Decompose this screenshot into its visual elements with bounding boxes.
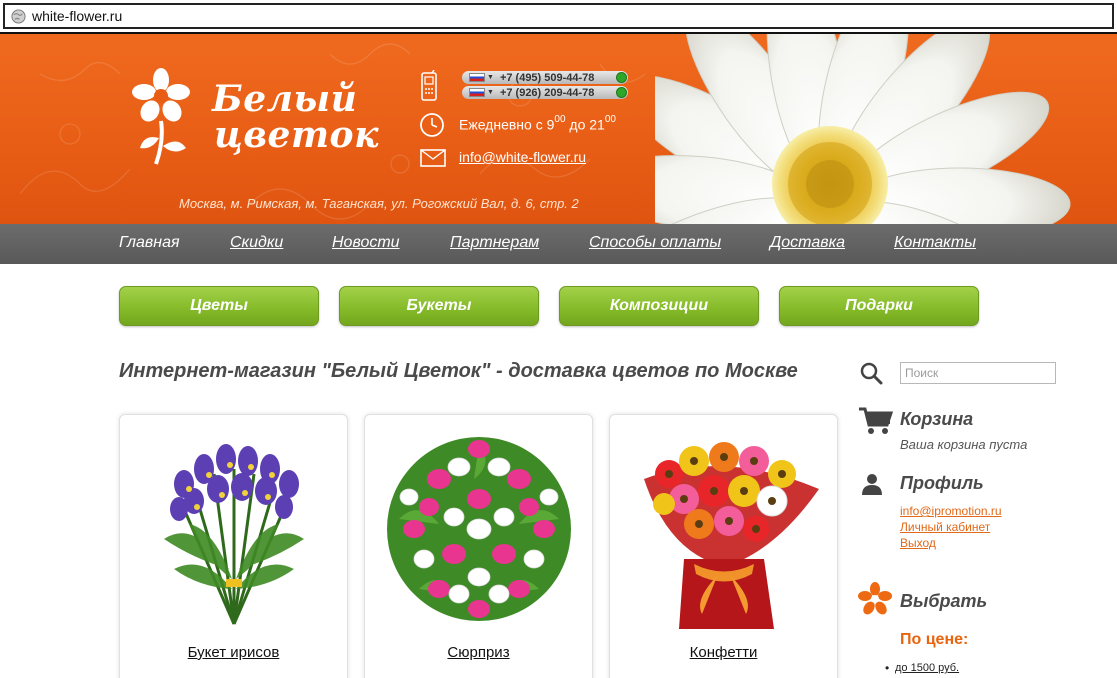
nav-partners[interactable]: Партнерам: [450, 234, 539, 252]
browser-chrome: white-flower.ru: [0, 0, 1117, 34]
header-email-link[interactable]: info@white-flower.ru: [459, 149, 586, 165]
address-bar[interactable]: white-flower.ru: [3, 3, 1114, 29]
site-header: Белый цветок ▼ +7 (495) 509-44-78 ▼ +7 (…: [0, 34, 1117, 224]
logout-link[interactable]: Выход: [900, 536, 936, 550]
search-icon[interactable]: [859, 361, 883, 385]
brand-name-line2: цветок: [214, 114, 379, 156]
cart-status: Ваша корзина пуста: [900, 437, 1028, 452]
main-navigation: Главная Скидки Новости Партнерам Способы…: [0, 224, 1117, 264]
product-card-confetti[interactable]: Конфетти: [609, 414, 838, 678]
page: white-flower.ru Белый цветок ▼ +7 (495) …: [0, 0, 1117, 678]
address-url: white-flower.ru: [32, 8, 123, 24]
gerbera-bouquet-image: [644, 442, 819, 629]
phone-mobile-pill[interactable]: ▼ +7 (926) 209-44-78: [462, 86, 628, 99]
caret-down-icon: ▼: [487, 74, 494, 81]
russia-flag-icon: [469, 73, 485, 82]
phone-number-1: +7 (495) 509-44-78: [499, 71, 595, 84]
category-flowers-button[interactable]: Цветы: [119, 286, 319, 326]
clock-icon: [420, 113, 444, 137]
product-name[interactable]: Сюрприз: [365, 644, 592, 661]
nav-contacts[interactable]: Контакты: [894, 234, 976, 252]
price-filter-title: По цене:: [900, 631, 969, 648]
nav-discounts[interactable]: Скидки: [230, 234, 283, 252]
white-flower-logo: [132, 68, 190, 165]
choose-title: Выбрать: [900, 591, 988, 611]
orange-flower-icon: [858, 582, 892, 615]
store-address: Москва, м. Римская, м. Таганская, ул. Ро…: [179, 196, 579, 211]
nav-home[interactable]: Главная: [119, 234, 180, 252]
category-compositions-button[interactable]: Композиции: [559, 286, 759, 326]
daisy-header-image: [655, 34, 1071, 224]
user-profile-icon: [862, 474, 882, 495]
price-filter-option[interactable]: до 1500 руб.: [885, 661, 959, 675]
working-hours: Ежедневно с 900 до 2100: [459, 114, 616, 133]
search-input[interactable]: [900, 362, 1056, 384]
personal-cabinet-link[interactable]: Личный кабинет: [900, 520, 990, 534]
product-name[interactable]: Конфетти: [610, 644, 837, 661]
profile-email-link[interactable]: info@ipromotion.ru: [900, 504, 1002, 518]
cart-title[interactable]: Корзина: [900, 409, 973, 430]
product-card-surprise[interactable]: Сюрприз: [364, 414, 593, 678]
shopping-cart-icon: [859, 407, 894, 434]
profile-title: Профиль: [900, 473, 984, 493]
category-bouquets-button[interactable]: Букеты: [339, 286, 539, 326]
phone-number-2: +7 (926) 209-44-78: [499, 86, 595, 99]
mobile-phone-icon: [421, 70, 437, 101]
globe-icon: [11, 8, 26, 24]
nav-delivery[interactable]: Доставка: [770, 234, 845, 252]
envelope-icon: [420, 149, 446, 167]
call-icon: [616, 72, 627, 83]
nav-payment-methods[interactable]: Способы оплаты: [589, 234, 721, 252]
phone-moscow-pill[interactable]: ▼ +7 (495) 509-44-78: [462, 71, 628, 84]
nav-news[interactable]: Новости: [332, 234, 400, 252]
caret-down-icon: ▼: [487, 89, 494, 96]
iris-bouquet-image: [164, 444, 304, 625]
category-gifts-button[interactable]: Подарки: [779, 286, 979, 326]
tulip-bouquet-image: [387, 437, 571, 621]
call-icon: [616, 87, 627, 98]
page-title: Интернет-магазин "Белый Цветок" - достав…: [119, 360, 798, 382]
product-name[interactable]: Букет ирисов: [120, 644, 347, 661]
product-card-iris[interactable]: Букет ирисов: [119, 414, 348, 678]
russia-flag-icon: [469, 88, 485, 97]
